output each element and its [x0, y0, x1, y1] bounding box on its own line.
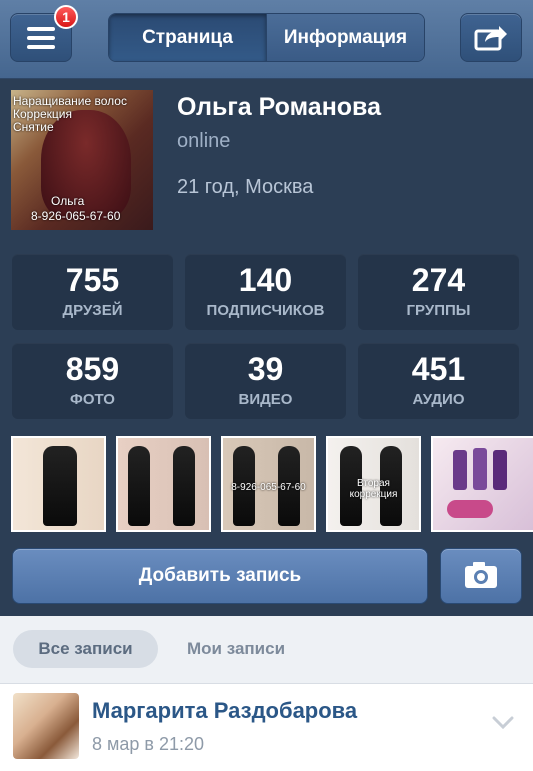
tab-page[interactable]: Страница: [109, 14, 266, 61]
stat-videos[interactable]: 39 ВИДЕО: [185, 343, 346, 419]
stat-photos[interactable]: 859 ФОТО: [12, 343, 173, 419]
stat-audio[interactable]: 451 АУДИО: [358, 343, 519, 419]
stat-value: 755: [65, 262, 120, 298]
profile-status: online: [177, 130, 231, 152]
photo-thumbnail[interactable]: [116, 436, 211, 532]
stat-label: АУДИО: [412, 391, 465, 408]
stat-value: 859: [65, 351, 120, 387]
camera-icon: [465, 562, 497, 588]
stat-groups[interactable]: 274 ГРУППЫ: [358, 254, 519, 330]
add-post-button[interactable]: Добавить запись: [12, 548, 428, 604]
filter-my-posts[interactable]: Мои записи: [187, 630, 285, 668]
profile-name: Ольга Романова: [177, 93, 382, 121]
avatar-caption-phone: 8-926-065-67-60: [31, 209, 121, 223]
chevron-down-icon[interactable]: [492, 716, 514, 730]
share-icon: [474, 26, 507, 51]
profile-details: 21 год, Москва: [177, 176, 314, 198]
tab-info[interactable]: Информация: [266, 14, 424, 61]
stat-followers[interactable]: 140 ПОДПИСЧИКОВ: [185, 254, 346, 330]
profile-avatar[interactable]: Наращивание волос Коррекция Снятие Ольга…: [11, 90, 153, 230]
page-tabs: Страница Информация: [108, 13, 425, 62]
top-navbar: 1 Страница Информация: [0, 0, 533, 79]
stat-value: 451: [411, 351, 466, 387]
post-author-avatar[interactable]: [13, 693, 79, 759]
avatar-caption-top: Наращивание волос Коррекция Снятие: [13, 94, 127, 134]
photo-thumbnail[interactable]: Вторая коррекция: [326, 436, 421, 532]
stat-label: ДРУЗЕЙ: [62, 302, 123, 319]
filter-all-posts[interactable]: Все записи: [13, 630, 158, 668]
avatar-caption-name: Ольга: [51, 194, 85, 208]
stat-friends[interactable]: 755 ДРУЗЕЙ: [12, 254, 173, 330]
photo-thumbnail[interactable]: 8-926-065-67-60: [221, 436, 316, 532]
photo-thumbnail[interactable]: [11, 436, 106, 532]
post-author-name[interactable]: Маргарита Раздобарова: [92, 698, 357, 724]
stat-label: ГРУППЫ: [406, 302, 471, 319]
menu-icon: [27, 27, 55, 54]
stat-value: 140: [238, 262, 293, 298]
post-card[interactable]: [0, 683, 533, 771]
photo-thumbnail[interactable]: [431, 436, 533, 532]
stat-label: ВИДЕО: [238, 391, 293, 408]
stat-label: ПОДПИСЧИКОВ: [206, 302, 325, 319]
post-timestamp: 8 мар в 21:20: [92, 734, 205, 754]
camera-button[interactable]: [440, 548, 522, 604]
stat-value: 274: [411, 262, 466, 298]
stat-label: ФОТО: [70, 391, 115, 408]
stat-value: 39: [247, 351, 284, 387]
share-button[interactable]: [460, 13, 522, 62]
notification-badge: 1: [54, 5, 78, 29]
